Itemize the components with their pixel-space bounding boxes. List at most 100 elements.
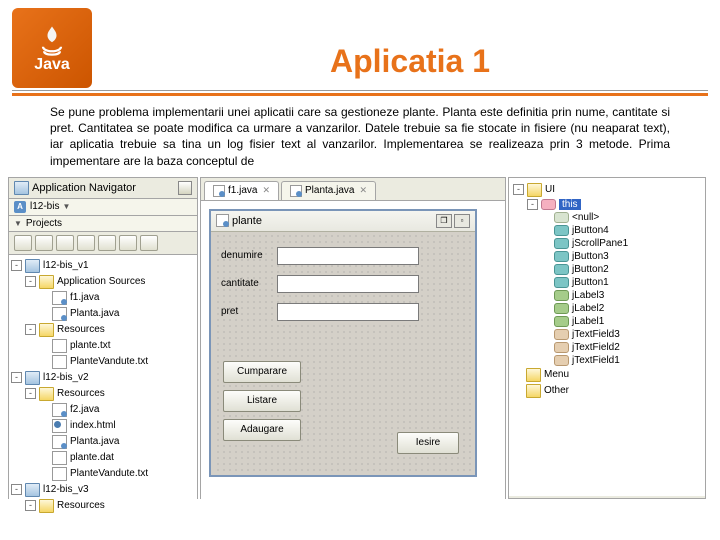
- panel-control-icon[interactable]: [178, 181, 192, 195]
- component-node[interactable]: jTextField3: [513, 328, 701, 341]
- text-input[interactable]: [277, 275, 419, 293]
- java-icon: [52, 403, 67, 417]
- component-node[interactable]: <null>: [513, 211, 701, 224]
- divider-accent: [12, 93, 708, 96]
- component-node[interactable]: -UI: [513, 182, 701, 198]
- component-node[interactable]: jLabel3: [513, 289, 701, 302]
- restore-icon[interactable]: ▫: [454, 214, 470, 228]
- expand-toggle[interactable]: -: [513, 184, 524, 195]
- tree-label: Resources: [57, 388, 105, 399]
- component-node[interactable]: jButton2: [513, 263, 701, 276]
- action-button[interactable]: Adaugare: [223, 419, 301, 441]
- tree-node[interactable]: f1.java: [11, 290, 195, 306]
- java-icon: [213, 185, 225, 197]
- form-fields: denumirecantitatepret: [221, 247, 419, 331]
- tree-node[interactable]: f2.java: [11, 402, 195, 418]
- expand-toggle[interactable]: -: [25, 324, 36, 335]
- close-icon[interactable]: ✕: [262, 185, 270, 196]
- dropdown-icon: ▼: [62, 202, 70, 211]
- tree-node[interactable]: PlanteVandute.txt: [11, 466, 195, 482]
- component-icon: [554, 238, 569, 249]
- expand-toggle[interactable]: -: [25, 276, 36, 287]
- form-row: denumire: [221, 247, 419, 265]
- tree-node[interactable]: -l12-bis_v1: [11, 258, 195, 274]
- txt-icon: [52, 467, 67, 481]
- component-node[interactable]: jTextField2: [513, 341, 701, 354]
- tree-node[interactable]: -l12-bis_v3: [11, 482, 195, 498]
- component-label: this: [559, 199, 581, 210]
- toolbar-button[interactable]: [77, 235, 95, 251]
- tree-label: PlanteVandute.txt: [70, 356, 148, 367]
- component-icon: [554, 290, 569, 301]
- expand-toggle[interactable]: -: [11, 484, 22, 495]
- action-button[interactable]: Listare: [223, 390, 301, 412]
- tree-node[interactable]: -Resources: [11, 322, 195, 338]
- component-node[interactable]: jScrollPane1: [513, 237, 701, 250]
- component-node[interactable]: jTextField1: [513, 354, 701, 367]
- expand-toggle[interactable]: -: [25, 388, 36, 399]
- tree-node[interactable]: plante.dat: [11, 450, 195, 466]
- projects-label: Projects: [26, 218, 62, 229]
- component-icon: [554, 277, 569, 288]
- maximize-icon[interactable]: ❐: [436, 214, 452, 228]
- project-tree[interactable]: -l12-bis_v1-Application Sourcesf1.java Pl…: [9, 255, 197, 513]
- project-selector[interactable]: A l12-bis ▼: [9, 199, 197, 216]
- toolbar-button[interactable]: [14, 235, 32, 251]
- toolbar-button[interactable]: [98, 235, 116, 251]
- tree-node[interactable]: -Application Sources: [11, 274, 195, 290]
- editor-tabs: f1.java✕Planta.java✕: [201, 178, 505, 201]
- component-node[interactable]: jButton4: [513, 224, 701, 237]
- expand-toggle[interactable]: -: [25, 500, 36, 511]
- expand-toggle[interactable]: -: [11, 260, 22, 271]
- navigator-icon: [14, 181, 29, 195]
- component-label: jTextField1: [572, 355, 620, 366]
- folder-icon: [39, 275, 54, 289]
- component-node[interactable]: jLabel1: [513, 315, 701, 328]
- java-icon: [52, 291, 67, 305]
- toolbar-button[interactable]: [35, 235, 53, 251]
- editor-panel: f1.java✕Planta.java✕ plante ❐ ▫ denumire…: [200, 177, 506, 499]
- java-icon: [52, 435, 67, 449]
- folder-icon: [526, 384, 541, 398]
- tree-label: Planta.java: [70, 436, 119, 447]
- action-button[interactable]: Cumparare: [223, 361, 301, 383]
- projects-row[interactable]: ▼ Projects: [9, 216, 197, 232]
- component-node[interactable]: jLabel2: [513, 302, 701, 315]
- java-icon: [290, 185, 302, 197]
- internal-frame[interactable]: plante ❐ ▫ denumirecantitatepret Cumpara…: [209, 209, 477, 477]
- text-input[interactable]: [277, 303, 419, 321]
- toolbar-button[interactable]: [56, 235, 74, 251]
- component-node[interactable]: Other: [513, 383, 701, 399]
- component-node[interactable]: jButton1: [513, 276, 701, 289]
- tree-label: Planta.java: [70, 308, 119, 319]
- java-icon: [52, 307, 67, 321]
- tree-node[interactable]: - Resources: [11, 386, 195, 402]
- toolbar-button[interactable]: [119, 235, 137, 251]
- close-icon[interactable]: ✕: [360, 185, 368, 196]
- toolbar-button[interactable]: [140, 235, 158, 251]
- component-node[interactable]: Menu: [513, 367, 701, 383]
- component-tree[interactable]: -UI-this<null>jButton4jScrollPane1jButto…: [509, 178, 705, 496]
- tree-node[interactable]: plante.txt: [11, 338, 195, 354]
- editor-tab[interactable]: f1.java✕: [204, 181, 279, 200]
- expand-toggle[interactable]: -: [11, 372, 22, 383]
- frame-titlebar[interactable]: plante ❐ ▫: [211, 211, 475, 232]
- text-input[interactable]: [277, 247, 419, 265]
- component-label: Menu: [544, 369, 569, 380]
- folder-icon: [527, 183, 542, 197]
- tree-node[interactable]: index.html: [11, 418, 195, 434]
- expand-toggle[interactable]: -: [527, 199, 538, 210]
- tree-node[interactable]: PlanteVandute.txt: [11, 354, 195, 370]
- divider: [12, 90, 708, 91]
- component-label: jLabel1: [572, 316, 604, 327]
- exit-button[interactable]: Iesire: [397, 432, 459, 454]
- txt-icon: [52, 339, 67, 353]
- component-node[interactable]: jButton3: [513, 250, 701, 263]
- tree-node[interactable]: Planta.java: [11, 434, 195, 450]
- component-node[interactable]: - this: [513, 198, 701, 211]
- tree-node[interactable]: -Resources: [11, 498, 195, 513]
- design-canvas[interactable]: plante ❐ ▫ denumirecantitatepret Cumpara…: [201, 201, 505, 507]
- editor-tab[interactable]: Planta.java✕: [281, 181, 376, 200]
- tree-node[interactable]: -l12-bis_v2: [11, 370, 195, 386]
- tree-node[interactable]: Planta.java: [11, 306, 195, 322]
